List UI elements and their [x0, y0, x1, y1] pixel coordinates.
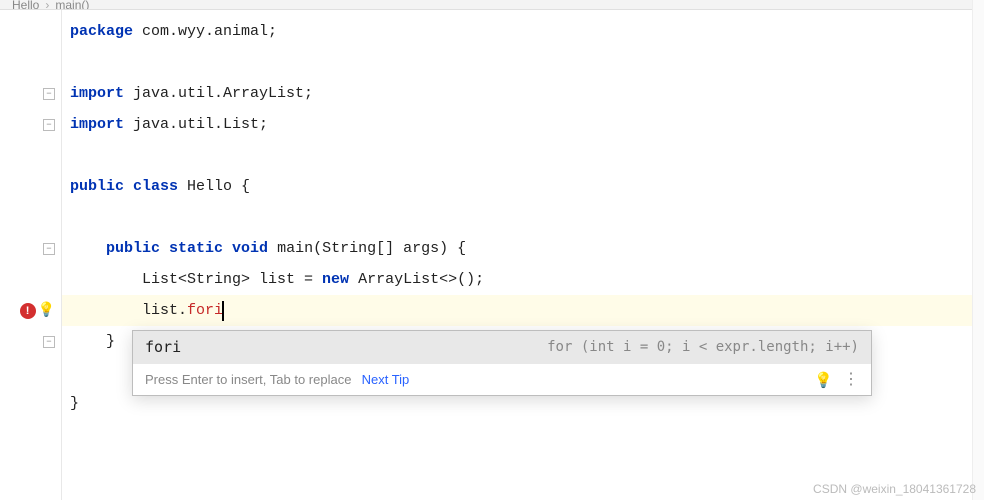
import-statement: java.util.List;: [124, 116, 268, 133]
completion-name: fori: [145, 338, 181, 356]
code-line[interactable]: [62, 47, 983, 78]
bulb-icon[interactable]: 💡: [814, 371, 833, 389]
completion-preview: for (int i = 0; i < expr.length; i++): [547, 339, 859, 355]
intention-bulb-icon[interactable]: 💡: [38, 302, 55, 319]
keyword-static: static: [160, 240, 223, 257]
import-statement: java.util.ArrayList;: [124, 85, 313, 102]
variable-declaration: List<String> list =: [142, 271, 322, 288]
code-line-active[interactable]: list.fori: [62, 295, 983, 326]
watermark: CSDN @weixin_18041361728: [813, 482, 976, 496]
code-line[interactable]: public static void main(String[] args) {: [62, 233, 983, 264]
constructor-call: ArrayList<>();: [349, 271, 484, 288]
indent: [70, 271, 142, 288]
close-brace: }: [106, 333, 115, 350]
completion-hint: Press Enter to insert, Tab to replace: [145, 372, 351, 387]
indent: [70, 240, 106, 257]
keyword-public: public: [70, 178, 124, 195]
breadcrumb-class[interactable]: Hello: [12, 0, 39, 10]
keyword-import: import: [70, 116, 124, 133]
completion-item-selected[interactable]: fori for (int i = 0; i < expr.length; i+…: [133, 331, 871, 363]
code-line[interactable]: import java.util.List;: [62, 109, 983, 140]
keyword-void: void: [223, 240, 268, 257]
scrollbar[interactable]: [972, 0, 984, 500]
fold-icon[interactable]: −: [43, 243, 55, 255]
fold-icon[interactable]: −: [43, 88, 55, 100]
completion-popup: fori for (int i = 0; i < expr.length; i+…: [132, 330, 872, 396]
code-line[interactable]: public class Hello {: [62, 171, 983, 202]
keyword-new: new: [322, 271, 349, 288]
breadcrumb-bar: Hello › main(): [0, 0, 984, 10]
keyword-import: import: [70, 85, 124, 102]
error-icon[interactable]: !: [20, 303, 36, 319]
fold-icon[interactable]: −: [43, 119, 55, 131]
fold-end-icon[interactable]: −: [43, 336, 55, 348]
text-caret: [222, 301, 224, 321]
code-area[interactable]: package com.wyy.animal; import java.util…: [62, 10, 983, 500]
code-line[interactable]: import java.util.ArrayList;: [62, 78, 983, 109]
code-line[interactable]: List<String> list = new ArrayList<>();: [62, 264, 983, 295]
close-brace: }: [70, 395, 79, 412]
keyword-package: package: [70, 23, 133, 40]
variable-ref: list.: [142, 302, 187, 319]
class-declaration: Hello {: [178, 178, 250, 195]
completion-footer: Press Enter to insert, Tab to replace Ne…: [133, 363, 871, 395]
gutter: − − − ! 💡 −: [0, 10, 62, 500]
typed-text: fori: [187, 302, 223, 319]
more-menu-icon[interactable]: ⋮: [843, 372, 859, 388]
keyword-public: public: [106, 240, 160, 257]
editor-area[interactable]: − − − ! 💡 − package com.wyy.animal; impo…: [0, 10, 984, 500]
next-tip-link[interactable]: Next Tip: [362, 372, 410, 387]
breadcrumb-method[interactable]: main(): [55, 0, 89, 10]
code-line[interactable]: [62, 202, 983, 233]
keyword-class: class: [124, 178, 178, 195]
method-signature: main(String[] args) {: [268, 240, 466, 257]
breadcrumb-separator: ›: [45, 0, 49, 10]
indent: [70, 333, 106, 350]
code-line[interactable]: [62, 140, 983, 171]
code-line[interactable]: package com.wyy.animal;: [62, 16, 983, 47]
indent: [70, 302, 142, 319]
package-path: com.wyy.animal;: [133, 23, 277, 40]
